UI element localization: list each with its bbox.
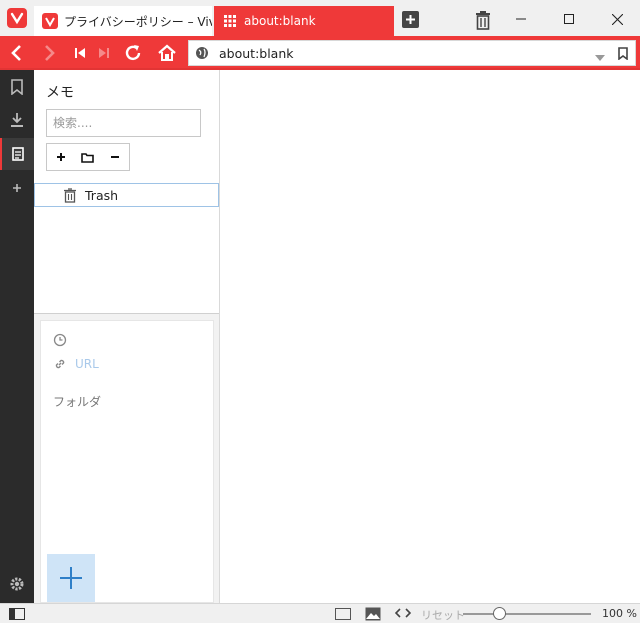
tab-label: プライバシーポリシー – Vivaldi (64, 14, 212, 29)
notes-panel: メモ Trash URL フォルダ (34, 70, 220, 603)
zoom-level: 100 % (602, 607, 637, 620)
downloads-icon[interactable] (0, 104, 34, 136)
zoom-slider-track[interactable] (463, 613, 591, 615)
add-panel-icon[interactable] (0, 172, 34, 204)
panel-toggle-icon[interactable] (9, 608, 25, 620)
trash-icon (63, 188, 77, 203)
vivaldi-menu-icon[interactable] (7, 8, 27, 28)
close-button[interactable] (594, 6, 640, 32)
tree-item-trash[interactable]: Trash (34, 183, 219, 207)
minimize-button[interactable] (498, 6, 544, 32)
tab-about-blank[interactable]: about:blank (214, 6, 394, 36)
tree-item-label: Trash (85, 188, 119, 203)
note-folder-label: フォルダ (53, 395, 102, 409)
notes-toolbar (46, 143, 130, 171)
reload-icon[interactable] (120, 40, 146, 66)
image-icon[interactable] (365, 607, 381, 621)
panel-title: メモ (46, 85, 74, 101)
tab-bar: プライバシーポリシー – Vivaldi about:blank (0, 0, 640, 36)
bookmarks-icon[interactable] (0, 71, 34, 103)
panel-strip (0, 70, 34, 603)
globe-icon (195, 46, 209, 63)
zoom-reset-button[interactable]: リセット (421, 607, 465, 623)
fast-forward-icon[interactable] (91, 40, 117, 66)
zoom-slider-thumb[interactable] (493, 607, 506, 620)
note-url-field[interactable]: URL (75, 357, 99, 371)
new-tab-icon[interactable] (402, 11, 419, 28)
clock-icon (53, 333, 67, 347)
forward-icon[interactable] (37, 40, 63, 66)
url-field[interactable]: about:blank (188, 40, 636, 66)
code-icon[interactable] (394, 606, 412, 623)
notes-icon[interactable] (0, 138, 34, 170)
delete-note-icon[interactable] (102, 144, 129, 170)
rewind-icon[interactable] (67, 40, 93, 66)
add-note-icon[interactable] (47, 144, 74, 170)
new-folder-icon[interactable] (74, 144, 101, 170)
back-icon[interactable] (3, 40, 29, 66)
grid-favicon-icon (222, 13, 238, 29)
url-text: about:blank (219, 46, 294, 61)
bookmark-page-icon[interactable] (618, 47, 628, 63)
status-bar: リセット 100 % (0, 603, 640, 623)
home-icon[interactable] (154, 40, 180, 66)
maximize-button[interactable] (546, 6, 592, 32)
url-dropdown-icon[interactable] (595, 50, 605, 64)
web-content[interactable] (220, 70, 640, 603)
settings-icon[interactable] (9, 576, 25, 592)
note-editor-card[interactable]: URL フォルダ (40, 320, 214, 603)
link-icon (53, 357, 67, 371)
vivaldi-favicon-icon (42, 13, 58, 29)
tab-privacy-policy[interactable]: プライバシーポリシー – Vivaldi (34, 6, 212, 36)
tab-label: about:blank (244, 14, 316, 28)
tile-icon[interactable] (335, 608, 351, 620)
closed-tabs-trash-icon[interactable] (474, 10, 492, 30)
notes-search-input[interactable] (46, 109, 201, 137)
add-note-button[interactable] (47, 554, 95, 602)
